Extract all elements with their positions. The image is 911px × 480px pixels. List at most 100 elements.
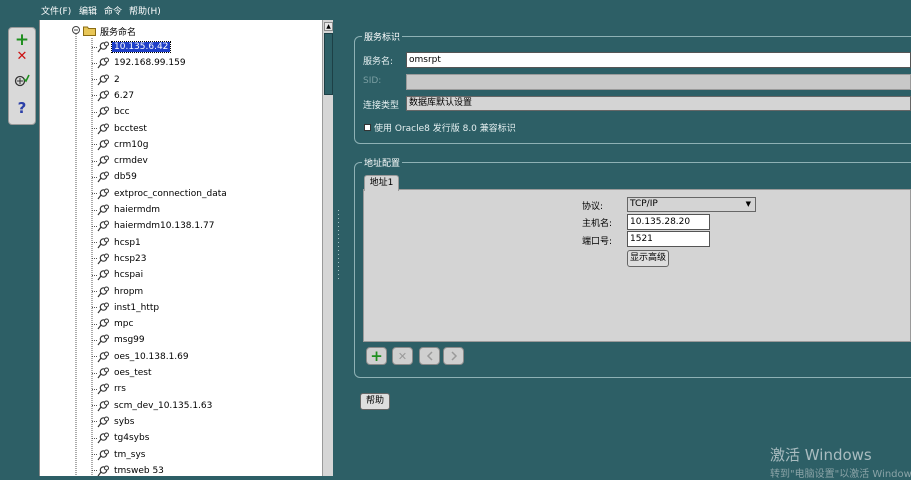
service-node-icon [97,204,110,216]
left-toolbar: + ✕ ? [8,27,36,125]
service-node-icon [97,41,110,53]
tree-item[interactable]: 10.135.6.42 [92,40,172,54]
scroll-up-arrow-icon[interactable]: ▲ [324,22,333,31]
service-name-label: 服务名: [363,57,394,67]
splitter-grip-dot [338,274,339,275]
menu-help[interactable]: 帮助(H) [129,4,161,17]
tree-item[interactable]: oes_10.138.1.69 [92,350,191,364]
service-node-icon [97,74,110,86]
sid-input[interactable] [406,74,911,90]
tree-item[interactable]: hropm [92,285,145,299]
tree-item[interactable]: rrs [92,382,128,396]
collapse-toggle-icon[interactable] [71,25,81,37]
tree-item-label: db59 [114,172,137,183]
tree-item-label: oes_10.138.1.69 [114,351,189,362]
menu-command[interactable]: 命令 [104,4,122,17]
tree-item-label: 10.135.6.42 [110,41,172,53]
splitter-grip-dot [338,258,339,259]
add-icon: + [370,347,383,365]
remove-icon: ✕ [397,349,408,363]
splitter-grip-dot [338,238,339,239]
tree-item[interactable]: 2 [92,73,122,87]
tree-item-label: haiermdm [114,205,161,215]
address-title: 地址配置 [362,156,403,169]
tree-item[interactable]: bcctest [92,122,149,136]
tree-item[interactable]: scm_dev_10.135.1.63 [92,399,214,413]
tree-item[interactable]: hcsp23 [92,252,149,266]
tree-item[interactable]: 192.168.99.159 [92,56,188,70]
tree-item[interactable]: mpc [92,317,135,331]
tree-item[interactable]: oes_test [92,366,154,380]
tree-item[interactable]: crm10g [92,138,150,152]
service-node-icon [97,155,110,167]
menu-file[interactable]: 文件(F) [41,4,71,17]
tree-item[interactable]: msg99 [92,333,147,347]
splitter-grip-dot [338,262,339,263]
tree-item-label: bcc [114,107,130,118]
service-name-input[interactable]: omsrpt [406,52,911,68]
splitter-handle[interactable] [333,20,353,476]
tree-item[interactable]: tmsweb 53 [92,464,166,476]
tree-item[interactable]: haiermdm10.138.1.77 [92,219,216,233]
tree-item[interactable]: hcspai [92,268,145,282]
service-node-icon [97,188,110,200]
port-input[interactable]: 1521 [627,231,710,247]
splitter-grip-dot [338,226,339,227]
splitter-grip-dot [338,242,339,243]
tree-item-label: hcsp1 [114,237,141,248]
protocol-select[interactable]: TCP/IP ▼ [627,197,756,212]
tree-item[interactable]: inst1_http [92,301,161,315]
service-node-icon [97,57,110,69]
remove-icon[interactable]: ✕ [12,46,32,66]
service-tree: 服务命名 10.135.6.42 192.168.99.159 2 6.27 bcc bc… [39,20,323,476]
splitter-grip-dot [338,278,339,279]
chevron-down-icon: ▼ [745,200,751,208]
tree-item[interactable]: crmdev [92,154,150,168]
tree-item[interactable]: hcsp1 [92,236,143,250]
scroll-thumb[interactable] [324,33,333,95]
menu-edit[interactable]: 编辑 [79,4,97,17]
protocol-label: 协议: [582,202,604,212]
tree-item-label: 6.27 [114,90,135,101]
tree-item[interactable]: tm_sys [92,448,148,462]
service-node-icon [97,465,110,476]
net-test-icon[interactable] [12,70,32,90]
help-icon[interactable]: ? [12,98,32,118]
service-node-icon [97,220,110,232]
connection-type-select[interactable]: 数据库默认设置 [406,96,911,111]
tree-item-label: tmsweb 53 [114,465,164,476]
show-advanced-button[interactable]: 显示高级 [627,250,669,267]
tree-item[interactable]: 6.27 [92,89,136,103]
service-node-icon [97,171,110,183]
tree-item-label: extproc_connection_data [114,188,227,199]
tree-item[interactable]: extproc_connection_data [92,187,229,201]
tree-item[interactable]: db59 [92,170,139,184]
tree-item-label: crm10g [114,139,149,150]
folder-icon [83,25,96,37]
tree-item-label: 192.168.99.159 [114,58,186,69]
tab-address1[interactable]: 地址1 [364,175,399,191]
tree-item[interactable]: bcc [92,105,132,119]
host-input[interactable]: 10.135.28.20 [627,214,710,230]
service-node-icon [97,334,110,346]
service-node-icon [97,432,110,444]
tree-root[interactable]: 服务命名 [71,24,138,38]
next-address-button[interactable] [443,347,464,365]
tree-item-label: tm_sys [114,449,146,460]
tree-item[interactable]: haiermdm [92,203,162,217]
splitter-grip-dot [338,222,339,223]
tree-item-label: rrs [114,384,126,395]
service-id-title: 服务标识 [362,30,403,43]
watermark-subtitle: 转到"电脑设置"以激活 Windows。 [770,469,911,480]
splitter-grip-dot [338,254,339,255]
prev-address-button[interactable] [419,347,440,365]
remove-address-button[interactable]: ✕ [392,347,413,365]
oracle8-checkbox[interactable] [364,124,371,131]
tree-item[interactable]: tg4sybs [92,431,151,445]
tree-item[interactable]: sybs [92,415,136,429]
tree-item-label: mpc [114,319,134,330]
splitter-grip-dot [338,266,339,267]
add-address-button[interactable]: + [366,347,387,365]
help-button[interactable]: 帮助 [360,393,390,410]
splitter-grip-dot [338,270,339,271]
